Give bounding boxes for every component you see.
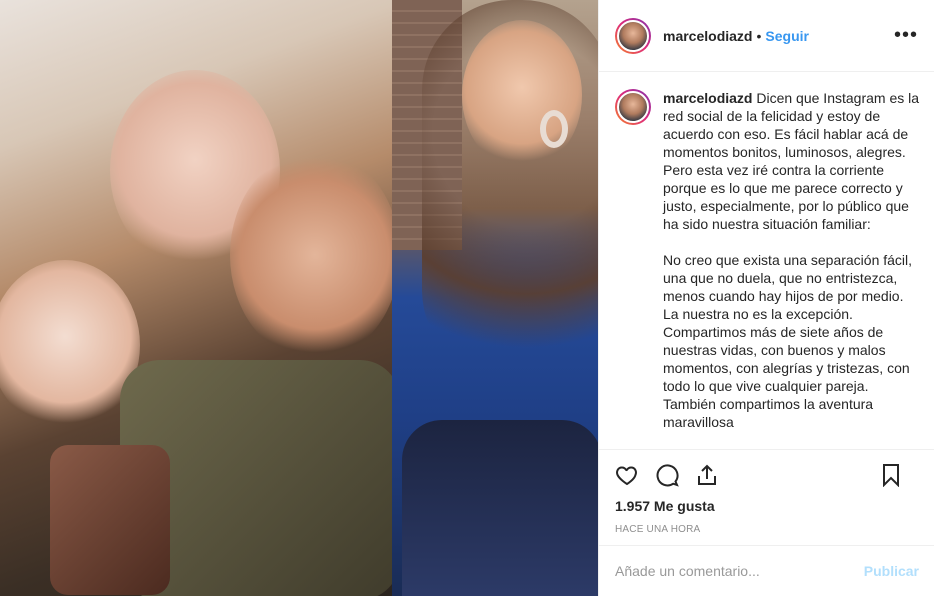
photo-figure <box>230 150 400 360</box>
photo-jeans <box>402 420 598 596</box>
avatar-image <box>617 91 649 123</box>
avatar-image <box>617 19 649 52</box>
publish-button[interactable]: Publicar <box>864 563 919 579</box>
photo-face <box>462 20 582 170</box>
heart-icon[interactable] <box>615 463 639 487</box>
post-media[interactable] <box>0 0 598 596</box>
more-dots-icon[interactable]: ••• <box>894 24 918 47</box>
share-icon[interactable] <box>695 463 719 487</box>
post-photo-left <box>0 0 400 596</box>
avatar[interactable] <box>615 17 651 54</box>
username-link[interactable]: marcelodiazd <box>663 28 752 44</box>
comment-icon[interactable] <box>655 463 679 487</box>
post-header: marcelodiazd • Seguir ••• <box>599 0 934 72</box>
post-side-panel: marcelodiazd • Seguir ••• marcelodiazd D… <box>598 0 934 596</box>
caption-text: marcelodiazd Dicen que Instagram es la r… <box>663 89 919 431</box>
follow-button[interactable]: Seguir <box>765 28 809 44</box>
photo-phone <box>50 445 170 595</box>
post-photo-right <box>392 0 598 596</box>
post-timestamp[interactable]: HACE UNA HORA <box>615 524 919 535</box>
comment-input[interactable] <box>615 563 864 579</box>
photo-figure <box>0 260 140 430</box>
separator-dot: • <box>756 27 762 44</box>
avatar[interactable] <box>615 89 651 125</box>
action-icons <box>615 450 919 500</box>
comments-section[interactable]: marcelodiazd Dicen que Instagram es la r… <box>599 73 934 449</box>
caption-paragraph-1: Dicen que Instagram es la red social de … <box>663 90 923 232</box>
caption-row: marcelodiazd Dicen que Instagram es la r… <box>615 89 919 431</box>
post-actions: 1.957 Me gusta HACE UNA HORA <box>599 449 934 545</box>
photo-earring <box>540 110 568 148</box>
bookmark-icon[interactable] <box>879 463 903 487</box>
add-comment-bar: Publicar <box>599 545 934 596</box>
caption-paragraph-2: No creo que exista una separación fácil,… <box>663 252 916 430</box>
likes-count[interactable]: 1.957 Me gusta <box>615 498 919 514</box>
caption-username[interactable]: marcelodiazd <box>663 90 752 106</box>
